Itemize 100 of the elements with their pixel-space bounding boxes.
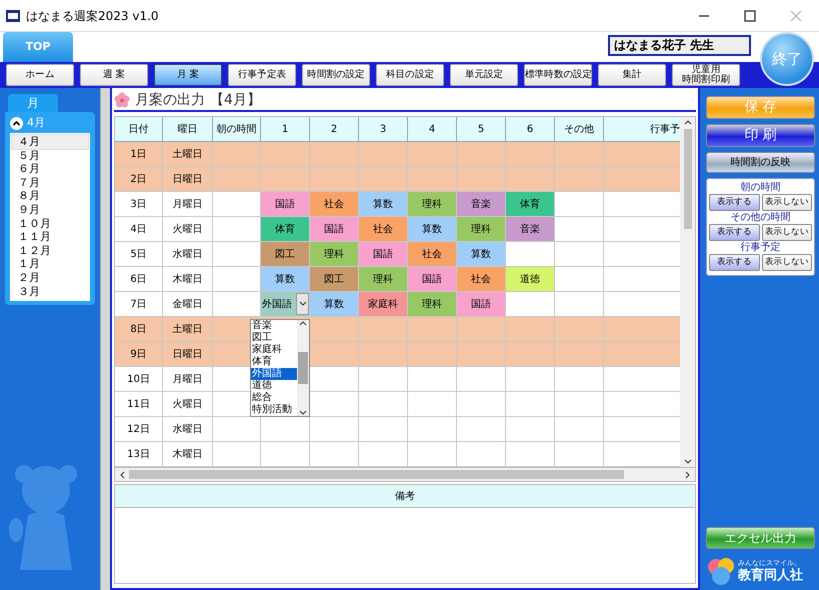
- subject-cell[interactable]: 算数: [359, 192, 408, 217]
- nav-button[interactable]: 月 案: [154, 64, 222, 86]
- date-cell: 13日: [115, 442, 163, 467]
- subject-cell[interactable]: 国語: [310, 217, 359, 242]
- logo-icon: [706, 556, 736, 586]
- panel-title: 月案の出力: [135, 90, 205, 110]
- dropdown-option[interactable]: 特別活動: [251, 404, 297, 416]
- nav-button[interactable]: 児童用 時間割印刷: [672, 64, 740, 86]
- toggle-button[interactable]: 表示しない: [762, 194, 812, 211]
- subject-cell[interactable]: 理科: [310, 242, 359, 267]
- column-header: 朝の時間: [213, 117, 261, 142]
- subject-cell[interactable]: 国語: [261, 192, 310, 217]
- dropdown-option[interactable]: 家庭科: [251, 344, 297, 356]
- month-item[interactable]: １月: [12, 257, 88, 271]
- month-item[interactable]: ５月: [12, 148, 88, 162]
- subject-cell[interactable]: 理科: [408, 192, 457, 217]
- subject-cell[interactable]: 算数: [408, 217, 457, 242]
- dropdown-option[interactable]: 体育: [251, 356, 297, 368]
- month-item[interactable]: ９月: [12, 202, 88, 217]
- subject-cell[interactable]: 算数: [261, 267, 310, 292]
- month-item[interactable]: １０月: [12, 216, 88, 230]
- group-title: その他の時間: [730, 211, 792, 224]
- month-item[interactable]: ４月: [12, 135, 88, 149]
- month-item[interactable]: ３月: [12, 284, 88, 298]
- subject-cell[interactable]: 社会: [457, 267, 506, 292]
- column-header: 日付: [115, 117, 163, 142]
- nav-button[interactable]: 時間割の設定: [302, 64, 370, 86]
- subject-cell[interactable]: 体育: [506, 192, 555, 217]
- nav-button[interactable]: 行事予定表: [228, 64, 296, 86]
- subject-cell[interactable]: 音楽: [457, 192, 506, 217]
- subject-cell[interactable]: 体育: [261, 217, 310, 242]
- scroll-up-icon[interactable]: [299, 320, 307, 326]
- dropdown-option[interactable]: 総合: [251, 392, 297, 404]
- column-header: 5: [457, 117, 506, 142]
- subject-combo[interactable]: 外国語: [261, 292, 310, 317]
- toggle-button[interactable]: 表示する: [709, 254, 760, 271]
- collapse-icon[interactable]: [10, 116, 23, 130]
- remarks-field[interactable]: [114, 508, 696, 584]
- scroll-up-icon[interactable]: [684, 119, 692, 125]
- month-item[interactable]: １１月: [12, 230, 88, 244]
- subject-cell[interactable]: 音楽: [506, 217, 555, 242]
- column-header: 行事予: [604, 117, 680, 142]
- month-item[interactable]: ６月: [12, 162, 88, 176]
- nav-button[interactable]: 標準時数の設定: [524, 64, 592, 86]
- dropdown-option[interactable]: 図工: [251, 332, 297, 344]
- subject-cell[interactable]: 理科: [408, 292, 457, 317]
- toggle-button[interactable]: 表示する: [709, 194, 760, 211]
- group-title: 朝の時間: [740, 181, 782, 194]
- month-item[interactable]: １２月: [12, 244, 88, 258]
- scroll-right-icon[interactable]: [685, 470, 691, 478]
- nav-button[interactable]: 科目の設定: [376, 64, 444, 86]
- scroll-left-icon[interactable]: [119, 470, 125, 478]
- subject-cell[interactable]: 図工: [310, 267, 359, 292]
- caret-icon[interactable]: [298, 301, 306, 307]
- column-header: 3: [359, 117, 408, 142]
- toggle-button[interactable]: 表示しない: [762, 224, 812, 241]
- weekday-cell: 木曜日: [163, 442, 213, 467]
- subject-cell[interactable]: 社会: [408, 242, 457, 267]
- subject-cell[interactable]: 国語: [408, 267, 457, 292]
- app-icon: [6, 10, 20, 22]
- nav-button[interactable]: 週 案: [80, 64, 148, 86]
- window-title: はなまる週案2023 v1.0: [26, 8, 159, 24]
- nav-button[interactable]: 単元設定: [450, 64, 518, 86]
- dropdown-option[interactable]: 外国語: [251, 368, 297, 380]
- nav-button[interactable]: 集計: [598, 64, 666, 86]
- scroll-thumb[interactable]: [684, 129, 692, 229]
- apply-timetable-button[interactable]: 時間割の反映: [706, 152, 815, 173]
- month-item[interactable]: ８月: [12, 189, 88, 203]
- subject-cell[interactable]: 国語: [359, 242, 408, 267]
- subject-cell[interactable]: 道徳: [506, 267, 555, 292]
- month-item[interactable]: ７月: [12, 176, 88, 190]
- subject-cell[interactable]: 社会: [310, 192, 359, 217]
- column-header: その他: [555, 117, 604, 142]
- subject-cell[interactable]: 算数: [457, 242, 506, 267]
- subject-cell[interactable]: 国語: [457, 292, 506, 317]
- month-label: 【4月】: [210, 90, 261, 110]
- subject-cell[interactable]: 算数: [310, 292, 359, 317]
- scroll-down-icon[interactable]: [684, 459, 692, 465]
- print-button[interactable]: 印 刷: [706, 124, 815, 147]
- scroll-down-icon[interactable]: [299, 410, 307, 416]
- flower-icon: [114, 92, 130, 108]
- column-header: 6: [506, 117, 555, 142]
- scroll-thumb[interactable]: [129, 470, 624, 479]
- month-item[interactable]: ２月: [12, 270, 88, 285]
- subject-cell[interactable]: 理科: [359, 267, 408, 292]
- scroll-thumb[interactable]: [298, 352, 308, 384]
- subject-cell[interactable]: 理科: [457, 217, 506, 242]
- subject-cell[interactable]: 家庭科: [359, 292, 408, 317]
- toggle-button[interactable]: 表示しない: [762, 254, 812, 271]
- group-title: 行事予定: [740, 241, 782, 254]
- subject-cell[interactable]: 図工: [261, 242, 310, 267]
- column-header: 1: [261, 117, 310, 142]
- toggle-button[interactable]: 表示する: [709, 224, 760, 241]
- column-header: 2: [310, 117, 359, 142]
- nav-button[interactable]: ホーム: [6, 64, 74, 86]
- dropdown-option[interactable]: 道徳: [251, 380, 297, 392]
- column-header: 曜日: [163, 117, 213, 142]
- logo-name: 教育同人社: [738, 568, 803, 583]
- remarks-header: 備考: [114, 484, 696, 508]
- subject-cell[interactable]: 社会: [359, 217, 408, 242]
